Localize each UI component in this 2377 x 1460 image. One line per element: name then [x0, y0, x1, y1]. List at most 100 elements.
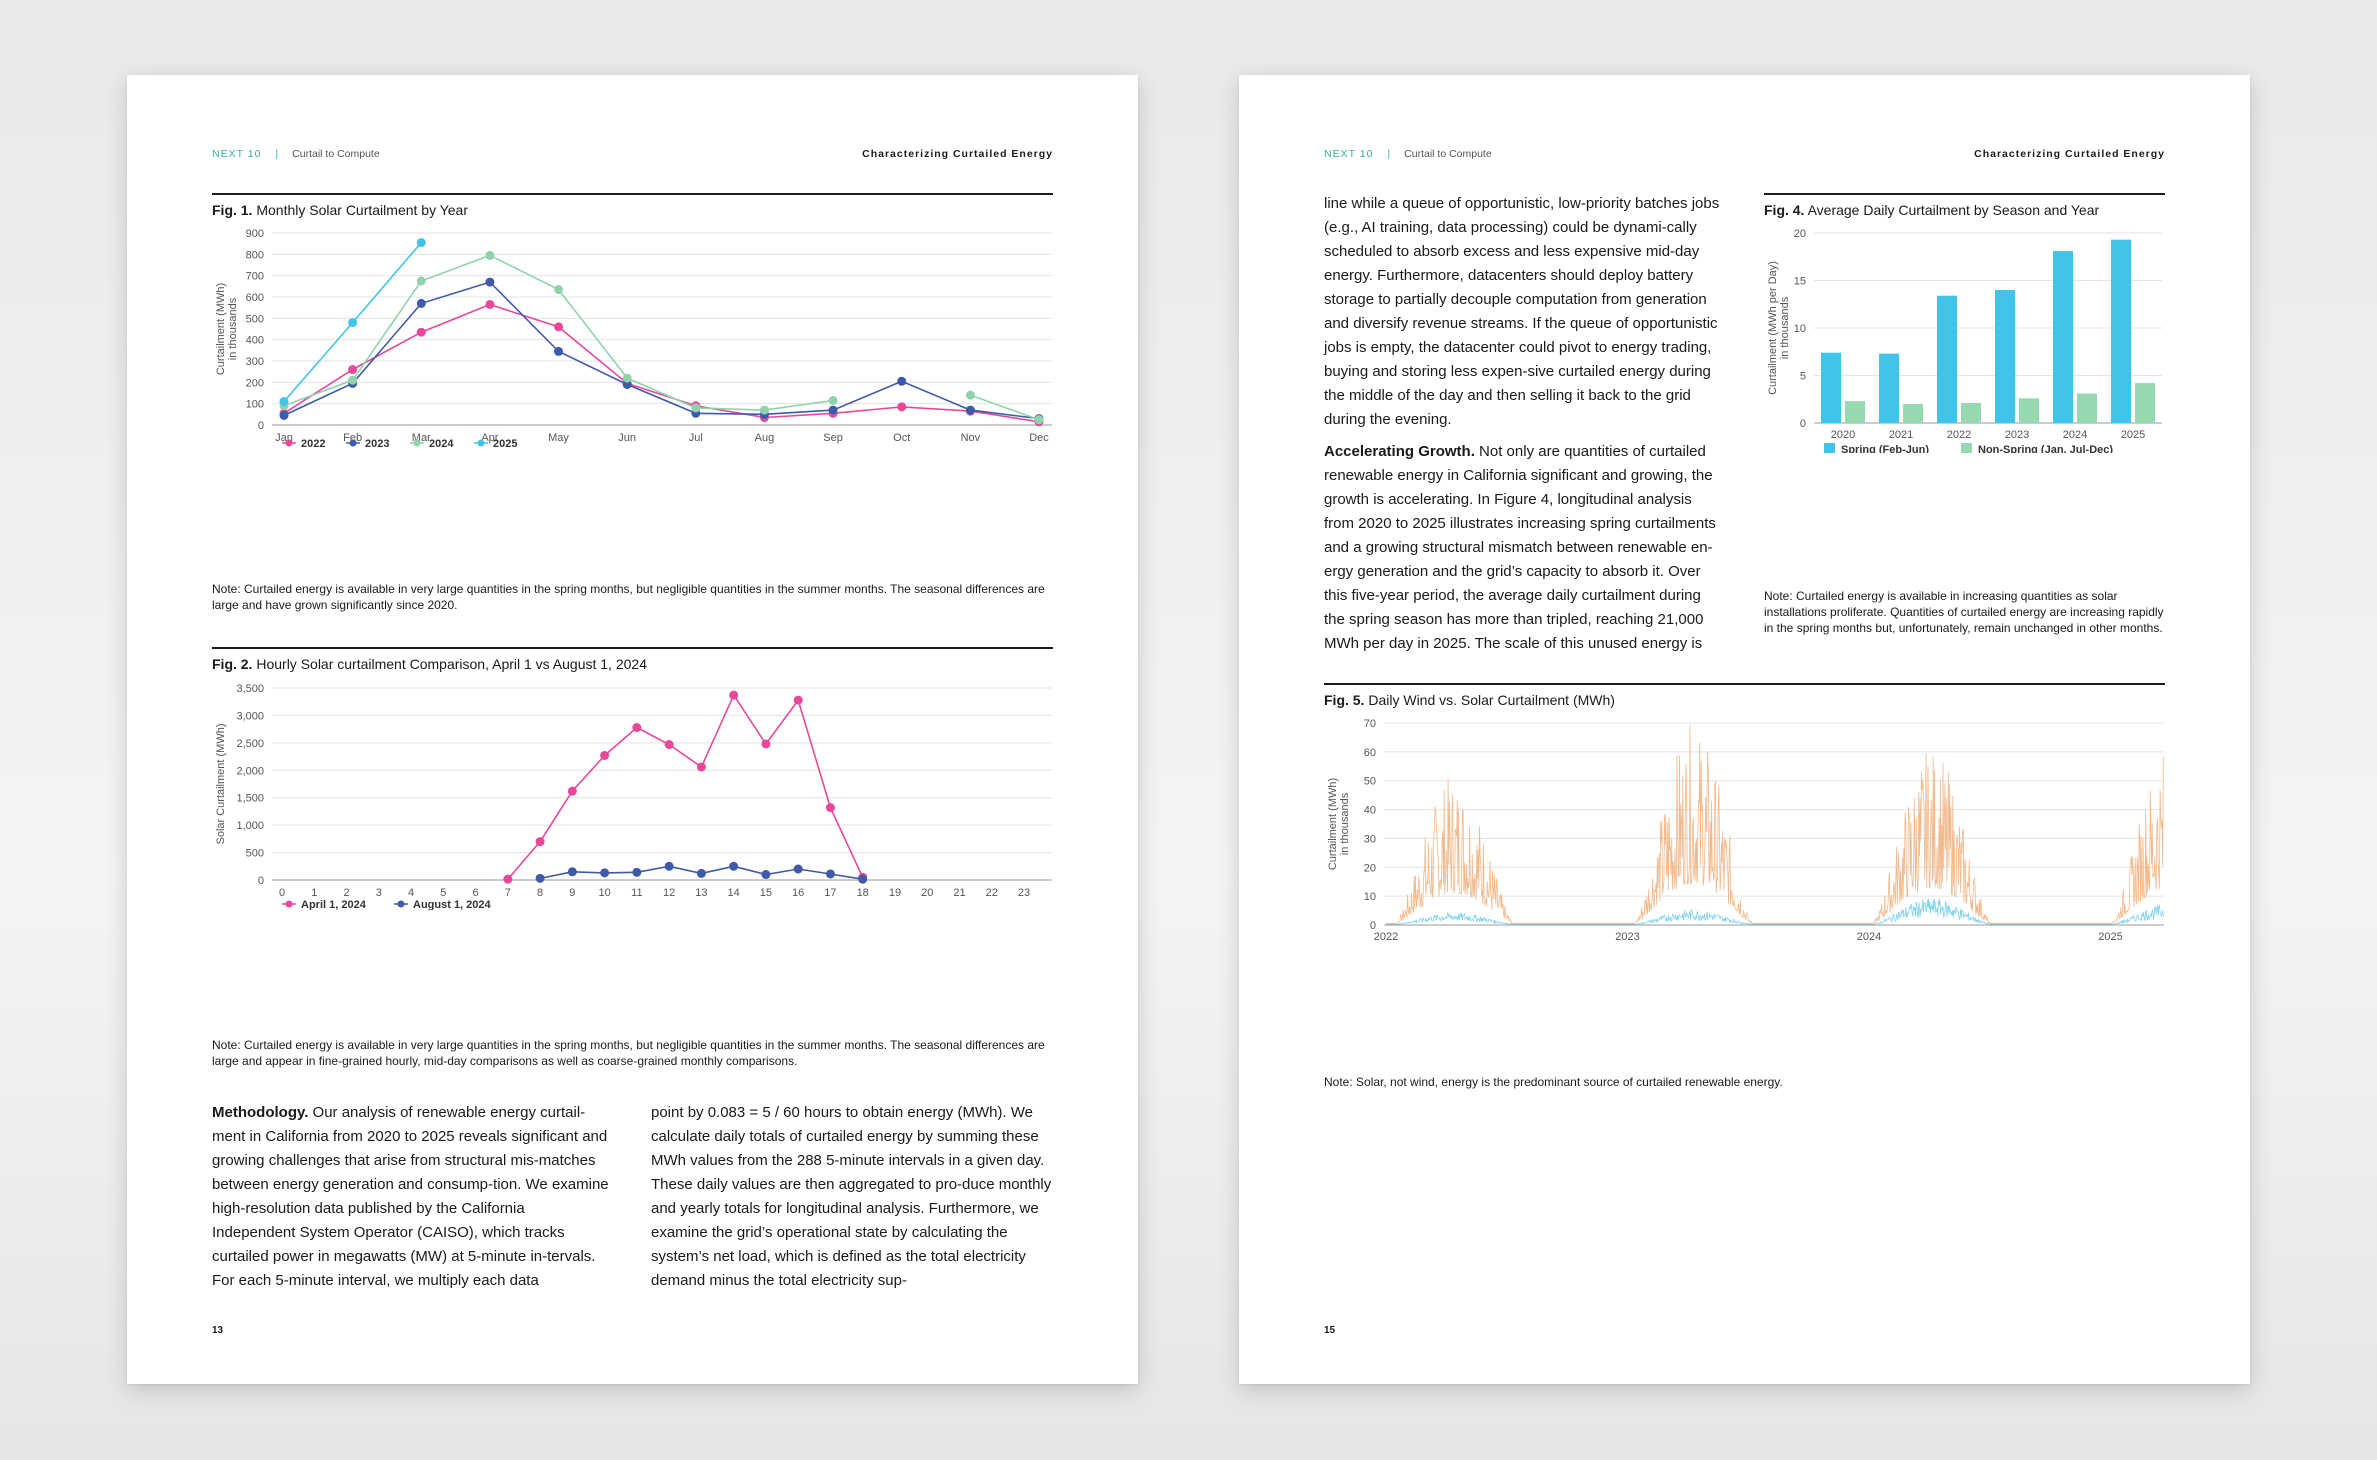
fig4-bar	[2019, 398, 2039, 423]
fig2-data-point	[632, 722, 642, 732]
fig1-xtick-label: Nov	[961, 432, 981, 444]
fig1-data-point	[965, 405, 975, 415]
fig5-xtick-label: 2025	[2098, 931, 2122, 940]
fig1-data-point	[416, 298, 426, 308]
fig2-data-point	[535, 837, 545, 847]
intro-paragraph: line while a queue of opportunistic, low…	[1324, 195, 1720, 428]
fig2-xtick-label: 18	[857, 887, 869, 899]
fig2-data-point	[535, 873, 545, 883]
fig1-data-point	[416, 327, 426, 337]
fig5-ytick-label: 70	[1364, 718, 1376, 730]
fig1-legend-label: 2024	[429, 438, 454, 450]
fig2-data-point	[600, 750, 610, 760]
fig4-legend-label: Non-Spring (Jan, Jul-Dec)	[1978, 444, 2113, 453]
fig4-ytick-label: 10	[1794, 323, 1806, 335]
fig4-bar	[2111, 239, 2131, 423]
fig4-bar	[2135, 383, 2155, 423]
fig4-bar	[2077, 393, 2097, 423]
fig1-series-line	[283, 281, 1040, 420]
fig5-solar-line	[1386, 725, 2164, 924]
fig2-xtick-label: 4	[408, 887, 414, 899]
fig1-data-point	[348, 365, 358, 375]
fig1-data-point	[897, 376, 907, 386]
fig1-ytick-label: 200	[246, 377, 264, 389]
fig2-xtick-label: 6	[473, 887, 479, 899]
methodology-text-2: point by 0.083 = 5 / 60 hours to obtain …	[651, 1104, 1052, 1289]
fig5-ytick-label: 30	[1364, 833, 1376, 845]
fig2-xtick-label: 15	[760, 887, 772, 899]
fig2-ytick-label: 0	[258, 875, 264, 887]
body-col-growth: Accelerating Growth. Not only are quanti…	[1324, 440, 1724, 656]
page-15: NEXT 10 | Curtail to Compute Characteriz…	[1239, 75, 2250, 1384]
fig4-rule	[1764, 193, 2165, 195]
fig5-xtick-label: 2022	[1374, 931, 1398, 940]
fig1-data-point	[897, 402, 907, 412]
fig4-title-text: Average Daily Curtailment by Season and …	[1807, 202, 2100, 218]
fig1-data-point	[279, 410, 289, 420]
fig5-ytick-label: 50	[1364, 776, 1376, 788]
fig1-xtick-label: Oct	[893, 432, 910, 444]
fig1-ylabel: Curtailment (MWh)	[215, 283, 227, 375]
fig5-ylabel: in thousands	[1339, 792, 1351, 855]
fig1-data-point	[554, 322, 564, 332]
fig5-title: Fig. 5. Daily Wind vs. Solar Curtailment…	[1324, 692, 1615, 708]
fig1-ytick-label: 800	[246, 249, 264, 261]
fig5-ytick-label: 40	[1364, 805, 1376, 817]
fig1-xtick-label: Aug	[755, 432, 775, 444]
fig1-data-point	[416, 238, 426, 248]
methodology-col1: Methodology. Our analysis of renewable e…	[212, 1101, 612, 1293]
fig2-rule	[212, 647, 1053, 649]
fig2-data-point	[664, 861, 674, 871]
fig2-data-point	[696, 868, 706, 878]
fig1-data-point	[279, 397, 289, 407]
fig4-bar	[1903, 404, 1923, 423]
fig1-chart: 0 100 200 300 400 500 600 700 800 900 Curtailment …	[215, 228, 1052, 450]
fig4-bar	[1845, 401, 1865, 423]
fig4-ytick-label: 0	[1800, 418, 1806, 430]
fig2-xtick-label: 3	[376, 887, 382, 899]
fig5-ytick-label: 60	[1364, 747, 1376, 759]
fig2-ytick-label: 2,500	[236, 738, 264, 750]
fig2-title: Fig. 2. Hourly Solar curtailment Compari…	[212, 656, 647, 672]
fig4-ytick-label: 5	[1800, 371, 1806, 383]
fig1-legend-label: 2023	[365, 438, 389, 450]
fig2-xtick-label: 23	[1018, 887, 1030, 899]
growth-paragraph: Not only are quantities of curtailed ren…	[1324, 443, 1716, 652]
fig2-xtick-label: 11	[631, 887, 642, 899]
fig4-bar	[1937, 295, 1957, 423]
fig2-xtick-label: 19	[889, 887, 901, 899]
fig2-xtick-label: 16	[792, 887, 804, 899]
fig1-data-point	[348, 375, 358, 385]
fig2-data-point	[761, 870, 771, 880]
fig2-data-point	[567, 786, 577, 796]
fig4-bar	[1821, 352, 1841, 423]
methodology-text-1: Our analysis of renewable energy curtail…	[212, 1104, 609, 1289]
fig5-label: Fig. 5.	[1324, 692, 1365, 708]
fig1-data-point	[828, 405, 838, 415]
fig4-ylabel: in thousands	[1779, 296, 1791, 359]
fig2-xtick-label: 12	[663, 887, 675, 899]
fig1-data-point	[348, 318, 358, 328]
fig2-title-text: Hourly Solar curtailment Comparison, Apr…	[256, 656, 647, 672]
fig2-data-point	[696, 762, 706, 772]
fig1-note: Note: Curtailed energy is available in v…	[212, 582, 1045, 612]
fig1-data-point	[416, 276, 426, 286]
fig1-ytick-label: 900	[246, 228, 264, 240]
section-title: Characterizing Curtailed Energy	[1974, 148, 2165, 160]
fig1-data-point	[485, 299, 495, 309]
fig5-xtick-label: 2023	[1615, 931, 1639, 940]
fig4-xtick-label: 2024	[2063, 429, 2087, 441]
fig1-title-text: Monthly Solar Curtailment by Year	[256, 202, 469, 218]
fig1-ytick-label: 100	[246, 399, 264, 411]
fig1-legend-marker	[477, 439, 485, 447]
fig1-data-point	[485, 250, 495, 260]
fig2-xtick-label: 21	[953, 887, 965, 899]
section-title: Characterizing Curtailed Energy	[862, 148, 1053, 160]
fig1-legend-marker	[349, 439, 357, 447]
page-13: NEXT 10 | Curtail to Compute Characteriz…	[127, 75, 1138, 1384]
fig4-legend-swatch	[1824, 443, 1835, 453]
fig2-xtick-label: 10	[598, 887, 610, 899]
fig2-xtick-label: 0	[279, 887, 285, 899]
methodology-heading: Methodology.	[212, 1104, 309, 1121]
fig1-data-point	[554, 285, 564, 295]
